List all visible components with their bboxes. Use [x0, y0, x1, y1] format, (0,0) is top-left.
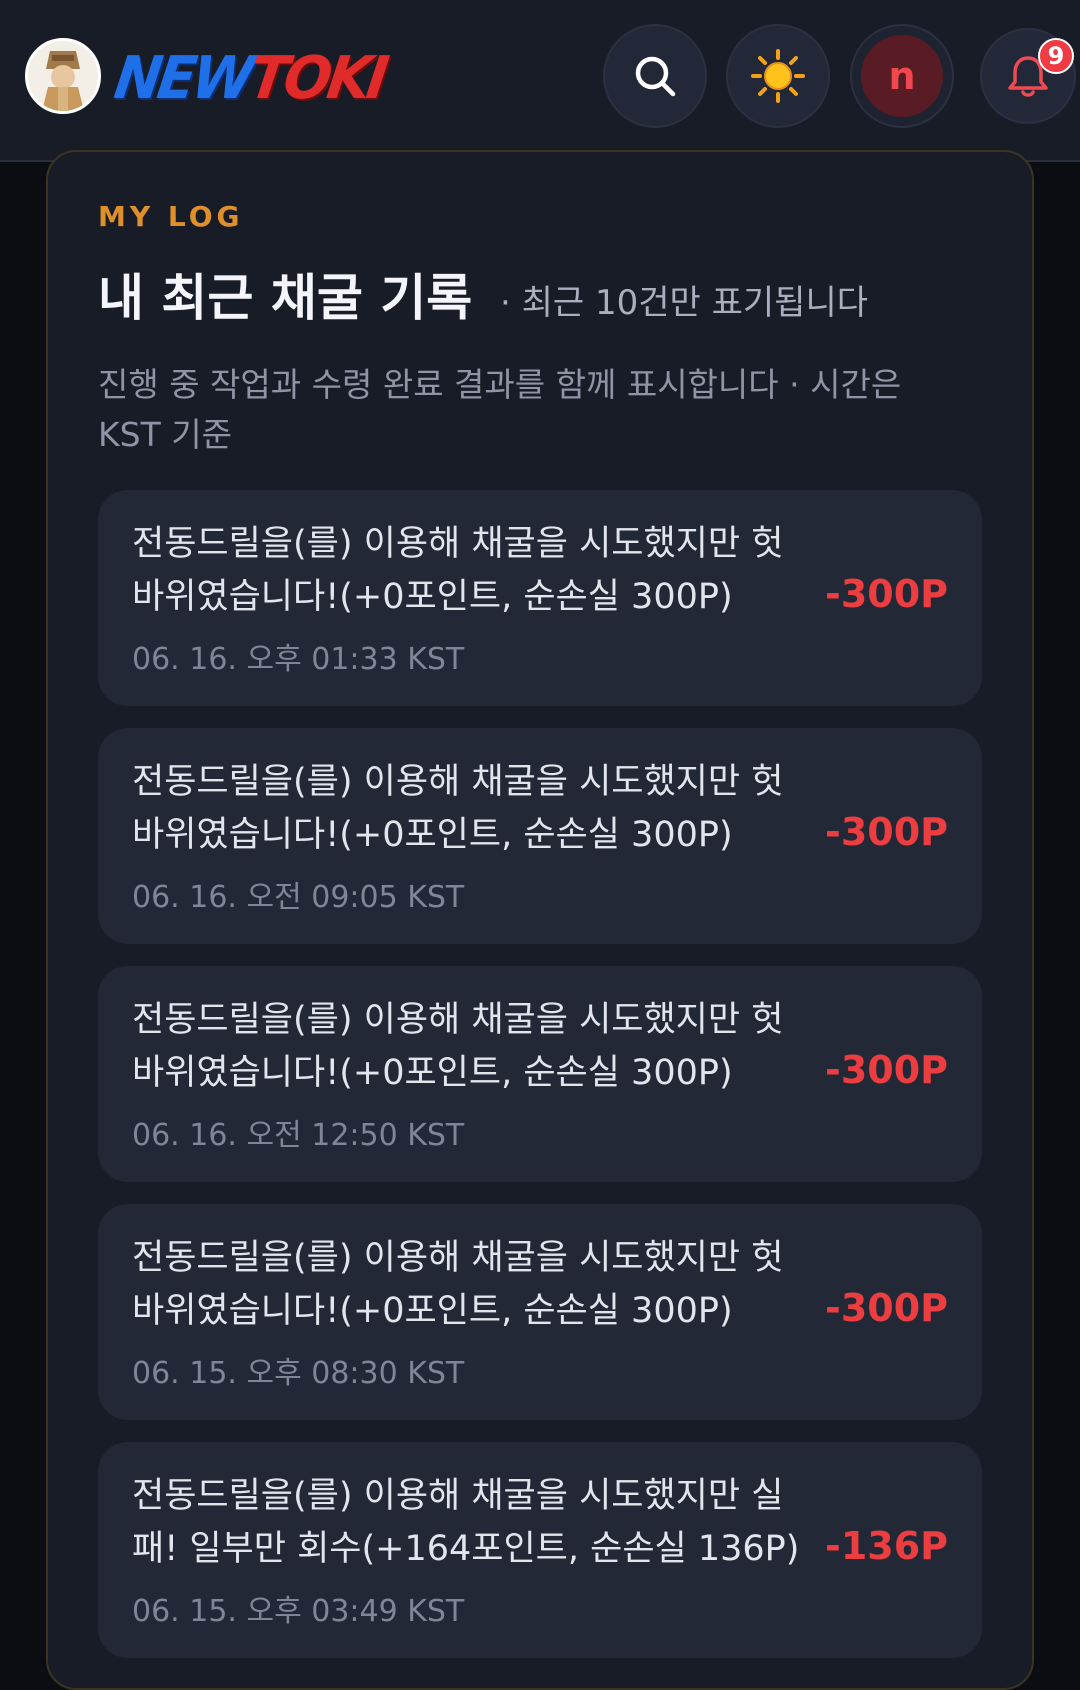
log-item: 전동드릴을(를) 이용해 채굴을 시도했지만 헛바위였습니다!(+0포인트, 순…	[98, 966, 982, 1182]
section-kicker: MY LOG	[98, 200, 244, 233]
sun-icon	[751, 49, 805, 103]
log-timestamp: 06. 15. 오후 03:49 KST	[132, 1594, 465, 1629]
notifications-button[interactable]: 9	[980, 28, 1076, 124]
log-timestamp: 06. 16. 오전 09:05 KST	[132, 880, 465, 915]
log-timestamp: 06. 16. 오후 01:33 KST	[132, 642, 465, 677]
log-message: 전동드릴을(를) 이용해 채굴을 시도했지만 헛바위였습니다!(+0포인트, 순…	[132, 762, 784, 855]
log-item: 전동드릴을(를) 이용해 채굴을 시도했지만 실패! 일부만 회수(+164포인…	[98, 1442, 982, 1658]
section-subnote: · 최근 10건만 표기됩니다	[500, 283, 869, 323]
search-icon	[635, 56, 676, 97]
user-menu-button[interactable]: n	[850, 24, 954, 128]
section-title: 내 최근 채굴 기록	[98, 269, 473, 327]
log-message: 전동드릴을(를) 이용해 채굴을 시도했지만 헛바위였습니다!(+0포인트, 순…	[132, 524, 784, 617]
logo-new-text: NEW	[110, 44, 255, 113]
log-timestamp: 06. 16. 오전 12:50 KST	[132, 1118, 465, 1153]
log-amount: -300P	[825, 1286, 948, 1330]
site-avatar-logo[interactable]	[25, 38, 101, 114]
log-message: 전동드릴을(를) 이용해 채굴을 시도했지만 헛바위였습니다!(+0포인트, 순…	[132, 1000, 784, 1093]
site-logo[interactable]: NEWTOKI	[110, 42, 389, 116]
log-item: 전동드릴을(를) 이용해 채굴을 시도했지만 헛바위였습니다!(+0포인트, 순…	[98, 490, 982, 706]
log-amount: -300P	[825, 572, 948, 616]
log-message: 전동드릴을(를) 이용해 채굴을 시도했지만 실패! 일부만 회수(+164포인…	[132, 1476, 800, 1569]
log-item: 전동드릴을(를) 이용해 채굴을 시도했지만 헛바위였습니다!(+0포인트, 순…	[98, 728, 982, 944]
top-header: NEWTOKI n 9	[0, 0, 1080, 162]
log-timestamp: 06. 15. 오후 08:30 KST	[132, 1356, 465, 1391]
user-initial: n	[888, 54, 916, 98]
log-message: 전동드릴을(를) 이용해 채굴을 시도했지만 헛바위였습니다!(+0포인트, 순…	[132, 1238, 784, 1331]
notification-count-badge: 9	[1038, 38, 1074, 74]
user-avatar: n	[861, 35, 943, 117]
theme-toggle-button[interactable]	[726, 24, 830, 128]
log-amount: -136P	[825, 1524, 948, 1568]
log-item: 전동드릴을(를) 이용해 채굴을 시도했지만 헛바위였습니다!(+0포인트, 순…	[98, 1204, 982, 1420]
log-amount: -300P	[825, 1048, 948, 1092]
logo-toki-text: TOKI	[245, 44, 389, 113]
log-amount: -300P	[825, 810, 948, 854]
section-description: 진행 중 작업과 수령 완료 결과를 함께 표시합니다 · 시간은 KST 기준	[98, 365, 902, 454]
search-button[interactable]	[603, 24, 707, 128]
